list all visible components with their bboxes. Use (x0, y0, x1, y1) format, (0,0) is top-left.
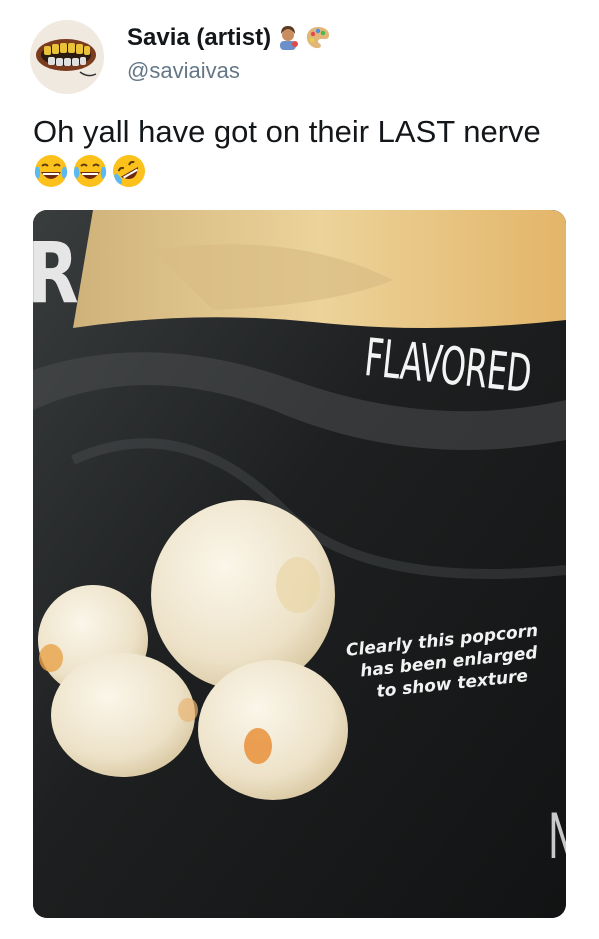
tweet-text: Oh yall have got on their LAST nerve (33, 114, 541, 149)
user-handle[interactable]: @saviaivas (127, 58, 331, 84)
face-with-tears-of-joy-emoji (34, 155, 68, 187)
palette-emoji (306, 27, 330, 49)
brand-letter-fragment: R (33, 224, 79, 322)
woman-artist-emoji (280, 26, 299, 50)
rolling-on-floor-laughing-emoji (113, 155, 145, 187)
tweet-photo[interactable]: R FLAVORED Clearly this popcorn has been… (33, 210, 566, 918)
tweet-emoji-row (33, 153, 147, 189)
avatar-image (30, 20, 104, 94)
avatar[interactable] (30, 20, 104, 94)
tweet-header: Savia (artist) @saviaivas (30, 20, 570, 94)
display-name[interactable]: Savia (artist) (127, 24, 271, 52)
display-name-row[interactable]: Savia (artist) (127, 24, 331, 52)
edge-letter-fragment: N (548, 800, 566, 873)
popcorn-bag-photo (33, 210, 566, 918)
face-with-tears-of-joy-emoji (73, 155, 107, 187)
